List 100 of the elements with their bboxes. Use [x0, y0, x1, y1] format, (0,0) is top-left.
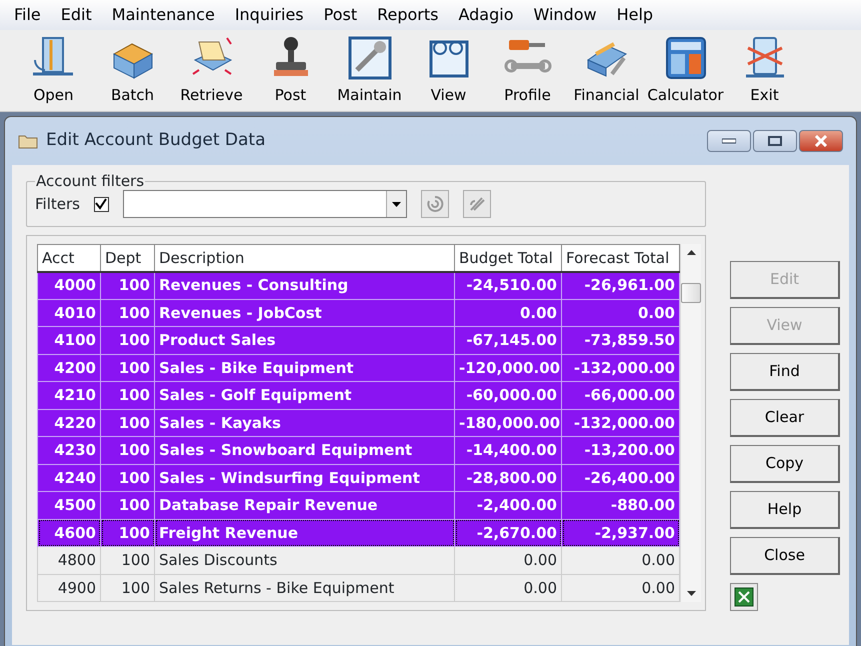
table-cell: -24,510.00 [454, 272, 562, 299]
menu-item[interactable]: Maintenance [102, 3, 225, 27]
toolbar-button[interactable]: Post [251, 34, 330, 106]
table-cell: 100 [100, 326, 154, 354]
maximize-button[interactable] [753, 130, 797, 152]
table-cell: -120,000.00 [454, 354, 562, 382]
scroll-down-icon[interactable] [686, 591, 696, 596]
table-cell: 0.00 [454, 574, 562, 602]
window-title: Edit Account Budget Data [46, 129, 266, 152]
table-cell: -132,000.00 [562, 354, 680, 382]
action-button[interactable]: Close [730, 537, 840, 575]
table-cell: 4200 [38, 354, 100, 382]
menu-item[interactable]: Help [606, 3, 664, 27]
table-cell: Sales - Snowboard Equipment [154, 436, 454, 464]
table-cell: 4230 [38, 436, 100, 464]
menu-item[interactable]: Window [524, 3, 607, 27]
table-cell: Sales - Windsurfing Equipment [154, 464, 454, 492]
column-header[interactable]: Budget Total [454, 244, 562, 272]
toolbar-button[interactable]: Retrieve [172, 34, 251, 106]
table-cell: Freight Revenue [154, 519, 454, 546]
action-button[interactable]: Find [730, 353, 840, 391]
table-cell: 100 [100, 464, 154, 492]
table-cell: 4210 [38, 382, 100, 409]
table-cell: 4100 [38, 326, 100, 354]
filters-label: Filters [35, 194, 80, 215]
column-header[interactable]: Dept [100, 244, 154, 272]
minimize-icon [722, 138, 736, 144]
table-cell: -73,859.50 [562, 326, 680, 354]
toolbar-button[interactable]: Open [14, 34, 93, 106]
toolbar-button[interactable]: Maintain [330, 34, 409, 106]
table-cell: 4500 [38, 492, 100, 519]
table-cell: 100 [100, 299, 154, 326]
spreadsheet-icon[interactable] [730, 583, 758, 611]
table-cell: 4800 [38, 546, 100, 574]
toolbar-button[interactable]: Financial [567, 34, 646, 106]
table-cell: 0.00 [562, 546, 680, 574]
table-cell: -66,000.00 [562, 382, 680, 409]
table-cell: Revenues - Consulting [154, 272, 454, 299]
table-cell: 4240 [38, 464, 100, 492]
table-cell: -2,400.00 [454, 492, 562, 519]
table-cell: 4010 [38, 299, 100, 326]
table-cell: Sales - Golf Equipment [154, 382, 454, 409]
scroll-up-icon[interactable] [686, 250, 696, 255]
toolbar-button[interactable]: Batch [93, 34, 172, 106]
action-button[interactable]: Clear [730, 399, 840, 437]
table-cell: -2,670.00 [454, 519, 562, 546]
table-cell: 4900 [38, 574, 100, 602]
menu-item[interactable]: Adagio [448, 3, 524, 27]
menu-item[interactable]: Post [314, 3, 368, 27]
table-cell: 0.00 [454, 546, 562, 574]
table-cell: Database Repair Revenue [154, 492, 454, 519]
column-header[interactable]: Forecast Total [562, 244, 680, 272]
table-cell: 100 [100, 409, 154, 436]
table-cell: -60,000.00 [454, 382, 562, 409]
toolbar-button[interactable]: Calculator [646, 34, 725, 106]
column-header[interactable]: Description [154, 244, 454, 272]
menu-item[interactable]: Edit [50, 3, 102, 27]
close-button[interactable] [799, 130, 843, 152]
filter-dropdown[interactable] [122, 190, 407, 218]
table-cell: Sales Discounts [154, 546, 454, 574]
table-cell: 100 [100, 574, 154, 602]
table-cell: -132,000.00 [562, 409, 680, 436]
table-cell: Sales - Kayaks [154, 409, 454, 436]
table-cell: -26,400.00 [562, 464, 680, 492]
scrollbar-thumb[interactable] [681, 283, 701, 303]
table-cell: 100 [100, 436, 154, 464]
close-icon [814, 135, 828, 147]
toolbar-button[interactable]: Profile [488, 34, 567, 106]
action-button[interactable]: Help [730, 491, 840, 529]
table-cell: 4220 [38, 409, 100, 436]
table-cell: 100 [100, 519, 154, 546]
table-cell: -2,937.00 [562, 519, 680, 546]
toolbar-button[interactable]: Exit [725, 34, 804, 106]
table-cell: -26,961.00 [562, 272, 680, 299]
table-cell: 0.00 [562, 299, 680, 326]
table-cell: 100 [100, 354, 154, 382]
table-cell: Revenues - JobCost [154, 299, 454, 326]
table-cell: 4600 [38, 519, 100, 546]
table-cell: -14,400.00 [454, 436, 562, 464]
menu-item[interactable]: Reports [367, 3, 448, 27]
table-cell: Sales Returns - Bike Equipment [154, 574, 454, 602]
filters-checkbox[interactable] [94, 196, 109, 212]
table-cell: Sales - Bike Equipment [154, 354, 454, 382]
table-cell: -180,000.00 [454, 409, 562, 436]
column-header[interactable]: Acct [38, 244, 100, 272]
table-cell: 100 [100, 382, 154, 409]
table-cell: 100 [100, 492, 154, 519]
menu-item[interactable]: File [4, 3, 51, 27]
table-cell: -67,145.00 [454, 326, 562, 354]
table-cell: -13,200.00 [562, 436, 680, 464]
table-cell: 0.00 [454, 299, 562, 326]
table-cell: 100 [100, 272, 154, 299]
table-cell: -880.00 [562, 492, 680, 519]
table-cell: Product Sales [154, 326, 454, 354]
action-button[interactable]: Copy [730, 445, 840, 483]
menu-item[interactable]: Inquiries [224, 3, 314, 27]
folder-icon [18, 133, 38, 149]
toolbar-button[interactable]: View [409, 34, 488, 106]
table-cell: -28,800.00 [454, 464, 562, 492]
minimize-button[interactable] [707, 130, 751, 152]
